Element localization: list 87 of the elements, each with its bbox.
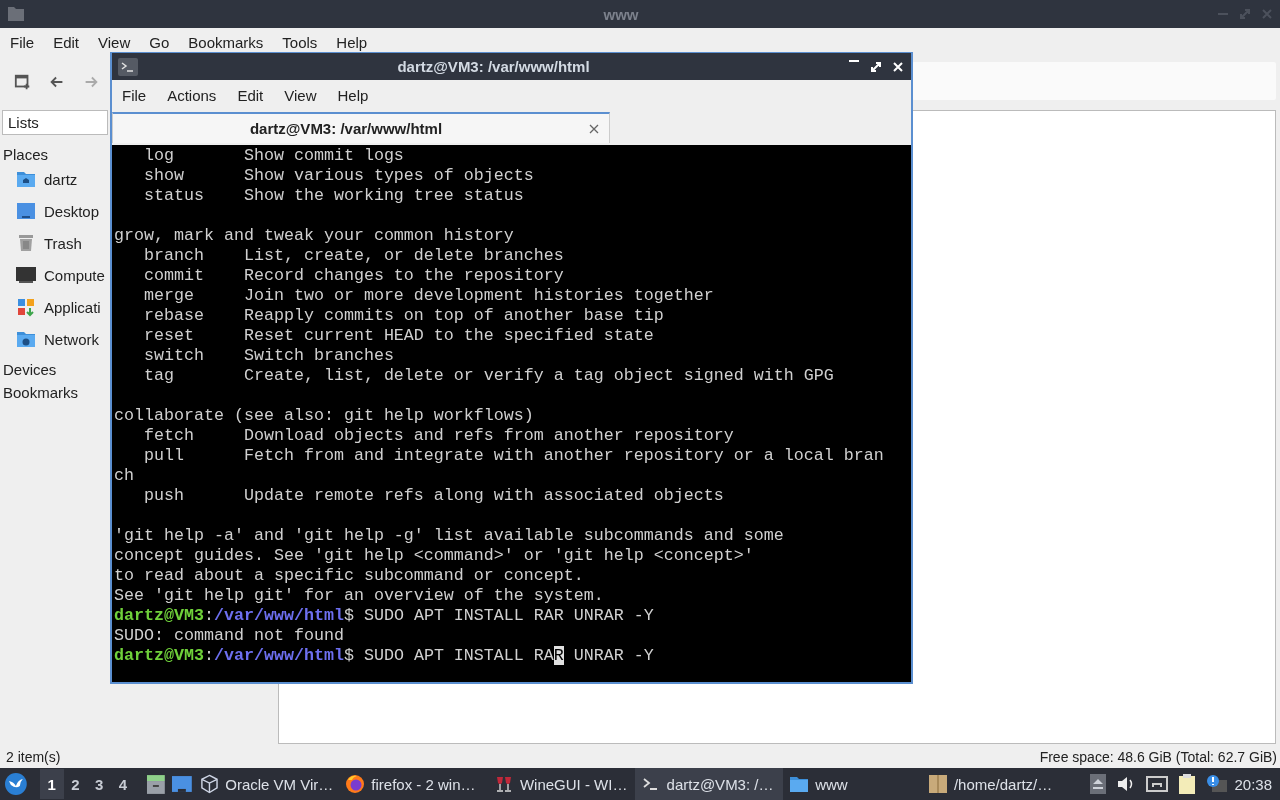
clipboard-icon bbox=[1178, 773, 1197, 795]
window-icon bbox=[170, 773, 193, 795]
terminal-line: merge Join two or more development histories together bbox=[143, 286, 714, 306]
menu-item[interactable]: Bookmarks bbox=[180, 33, 272, 51]
menu-item[interactable]: Actions bbox=[159, 86, 225, 104]
terminal-line: status Show the working tree status bbox=[143, 186, 524, 206]
workspace-button[interactable]: 2 bbox=[63, 769, 88, 799]
terminal-line: concept guides. See 'git help <command>' or 'git help <concept>' bbox=[114, 546, 754, 566]
new-tab-icon bbox=[14, 72, 32, 92]
minimize-icon bbox=[849, 59, 859, 62]
cube-icon bbox=[200, 774, 220, 794]
terminal-line: show Show various types of objects bbox=[143, 166, 534, 186]
terminal-line: reset Reset current HEAD to the specified state bbox=[143, 326, 654, 346]
terminal-line: ch bbox=[114, 466, 134, 486]
folder-icon bbox=[6, 4, 26, 24]
package-icon bbox=[927, 774, 948, 794]
address-field[interactable] bbox=[912, 62, 1276, 100]
item-count: 2 item(s) bbox=[6, 749, 61, 765]
terminal-line: SUDO: command not found bbox=[114, 626, 344, 646]
terminal-line: tag Create, list, delete or verify a tag object signed with GPG bbox=[143, 366, 834, 386]
workspace-button[interactable]: 4 bbox=[111, 769, 135, 799]
window-title: www bbox=[602, 5, 640, 23]
close-icon bbox=[1260, 7, 1274, 21]
terminal-line: 'git help -a' and 'git help -g' list available subcommands and some bbox=[114, 526, 784, 546]
sidebar-item[interactable]: Trash bbox=[0, 227, 82, 259]
free-space: Free space: 48.6 GiB (Total: 62.7 GiB) bbox=[1039, 749, 1277, 765]
taskbar-button[interactable]: WineGUI - WI… bbox=[487, 768, 635, 800]
menu-item[interactable]: Help bbox=[328, 33, 376, 51]
workspace-button[interactable]: 3 bbox=[87, 769, 112, 799]
terminal-line: fetch Download objects and refs from another repository bbox=[143, 426, 734, 446]
terminal-line: switch Switch branches bbox=[143, 346, 394, 366]
sidebar-heading[interactable]: Bookmarks bbox=[0, 378, 79, 401]
monitor-icon bbox=[16, 265, 36, 285]
terminal-line: commit Record changes to the repository bbox=[143, 266, 564, 286]
sidebar-item[interactable]: Desktop bbox=[0, 195, 100, 227]
app-grid-icon bbox=[16, 297, 36, 317]
sidebar-item[interactable]: Applicati bbox=[0, 291, 101, 323]
menu-item[interactable]: File bbox=[2, 33, 43, 51]
menu-item[interactable]: Tools bbox=[274, 33, 326, 51]
terminal-line: collaborate (see also: git help workflows) bbox=[114, 406, 534, 426]
menu-item[interactable]: Edit bbox=[229, 86, 272, 104]
terminal-line: See 'git help git' for an overview of the system. bbox=[114, 586, 604, 606]
trash-icon bbox=[16, 233, 36, 253]
terminal-tab[interactable]: dartz@VM3: /var/www/html bbox=[112, 112, 610, 143]
network-icon bbox=[1146, 774, 1169, 794]
terminal-line: to read about a specific subcommand or concept. bbox=[114, 566, 584, 586]
terminal-icon bbox=[118, 57, 138, 76]
menu-item[interactable]: File bbox=[114, 86, 155, 104]
taskbar-button[interactable]: /home/dartz/… bbox=[921, 768, 1071, 800]
terminal-line: push Update remote refs along with associated objects bbox=[143, 486, 724, 506]
taskbar-button[interactable]: Oracle VM Vir… bbox=[194, 768, 340, 800]
menu-item[interactable]: View bbox=[276, 86, 325, 104]
network-folder-icon bbox=[16, 329, 36, 349]
sidebar-heading[interactable]: Devices bbox=[0, 355, 57, 378]
folder-icon bbox=[789, 774, 810, 794]
terminal-line: rebase Reapply commits on top of another base tip bbox=[143, 306, 664, 326]
close-icon bbox=[891, 59, 905, 74]
home-folder-icon bbox=[16, 169, 36, 189]
terminal-line: grow, mark and tweak your common history bbox=[114, 226, 514, 246]
taskbar-button[interactable]: firefox - 2 win… bbox=[339, 768, 488, 800]
sidebar-item[interactable]: Network bbox=[0, 323, 99, 355]
menu-item[interactable]: Help bbox=[329, 86, 377, 104]
menu-item[interactable]: Go bbox=[141, 33, 178, 51]
file-cabinet-icon bbox=[144, 773, 167, 795]
eject-icon bbox=[1090, 774, 1107, 794]
sidebar-view-dropdown[interactable]: Lists bbox=[2, 110, 108, 135]
menu-item[interactable]: Edit bbox=[45, 33, 88, 51]
clock[interactable]: 20:38 bbox=[1234, 775, 1273, 793]
window-title: dartz@VM3: /var/www/html bbox=[396, 58, 591, 75]
close-icon bbox=[589, 123, 599, 134]
taskbar-button[interactable]: dartz@VM3: /… bbox=[634, 768, 784, 800]
terminal-line: branch List, create, or delete branches bbox=[143, 246, 564, 266]
terminal-line: pull Fetch from and integrate with another repository or a local bran bbox=[143, 446, 884, 466]
workspace-button[interactable]: 1 bbox=[39, 769, 64, 799]
menu-item[interactable]: View bbox=[90, 33, 139, 51]
maximize-icon bbox=[1238, 7, 1252, 21]
sidebar-item[interactable]: Compute bbox=[0, 259, 105, 291]
bird-logo-icon bbox=[4, 772, 28, 796]
notification-icon bbox=[1206, 774, 1229, 794]
sidebar-heading[interactable]: Places bbox=[0, 135, 49, 163]
prompt-line: dartz@VM3:/var/www/html$ SUDO APT INSTALL RAR UNRAR -Y bbox=[114, 606, 654, 626]
fox-globe-icon bbox=[345, 774, 366, 794]
taskbar-button[interactable]: www bbox=[783, 768, 922, 800]
desktop-icon bbox=[16, 201, 36, 221]
sidebar-item[interactable]: dartz bbox=[0, 163, 78, 195]
maximize-icon bbox=[869, 59, 883, 74]
terminal-line: log Show commit logs bbox=[143, 146, 404, 166]
